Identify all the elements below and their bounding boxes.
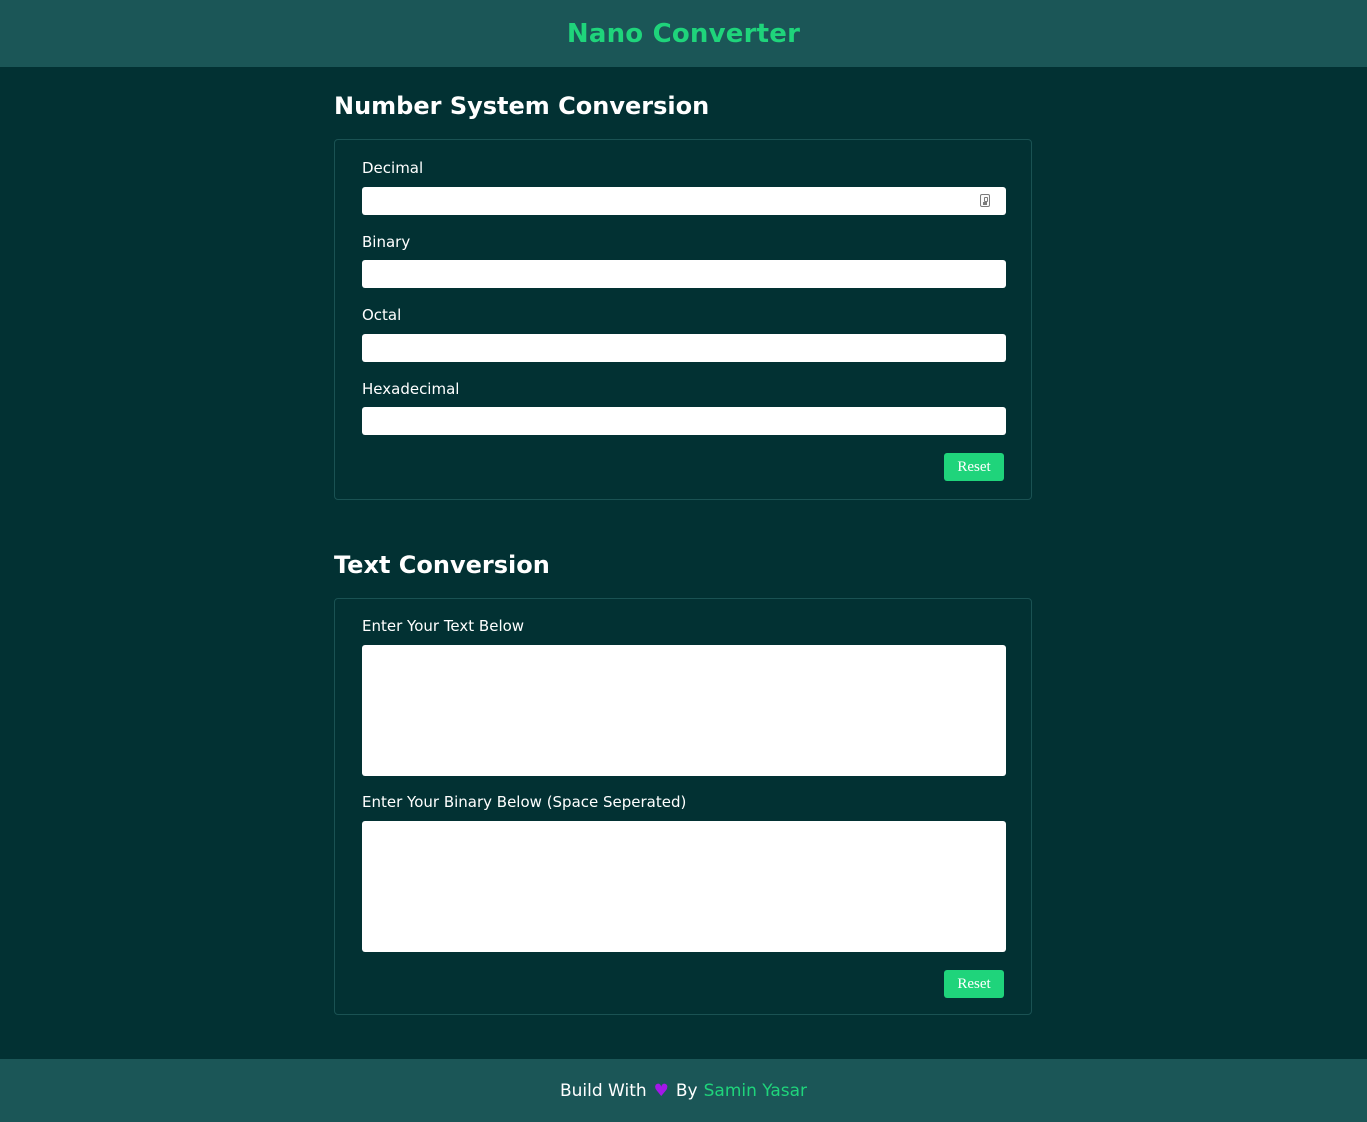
app-header: Nano Converter xyxy=(0,0,1367,67)
app-footer: Build With ♥ By Samin Yasar xyxy=(0,1059,1367,1122)
binary-input[interactable] xyxy=(362,260,1006,288)
text-reset-button[interactable]: Reset xyxy=(944,970,1004,998)
binary-label: Binary xyxy=(362,233,411,251)
author-link[interactable]: Samin Yasar xyxy=(704,1081,807,1101)
octal-input[interactable] xyxy=(362,334,1006,362)
autofill-contact-icon[interactable] xyxy=(980,194,990,207)
binary-input-label: Enter Your Binary Below (Space Seperated… xyxy=(362,793,687,811)
number-conversion-title: Number System Conversion xyxy=(334,92,710,120)
heart-icon: ♥ xyxy=(653,1080,669,1101)
footer-by: By xyxy=(675,1080,698,1101)
binary-textarea[interactable] xyxy=(362,821,1006,952)
text-conversion-card: Enter Your Text Below Enter Your Binary … xyxy=(334,598,1032,1015)
text-input-label: Enter Your Text Below xyxy=(362,617,525,635)
footer-prefix: Build With xyxy=(559,1080,647,1101)
decimal-input[interactable] xyxy=(362,187,1006,215)
number-conversion-card: Decimal Binary Octal Hexadecimal Reset xyxy=(334,139,1032,500)
text-textarea[interactable] xyxy=(362,645,1006,776)
app-title: Nano Converter xyxy=(566,18,801,49)
decimal-label: Decimal xyxy=(362,159,424,177)
hexadecimal-label: Hexadecimal xyxy=(362,380,460,398)
number-reset-button[interactable]: Reset xyxy=(944,453,1004,481)
octal-label: Octal xyxy=(362,306,402,324)
hexadecimal-input[interactable] xyxy=(362,407,1006,435)
text-conversion-title: Text Conversion xyxy=(334,551,550,579)
